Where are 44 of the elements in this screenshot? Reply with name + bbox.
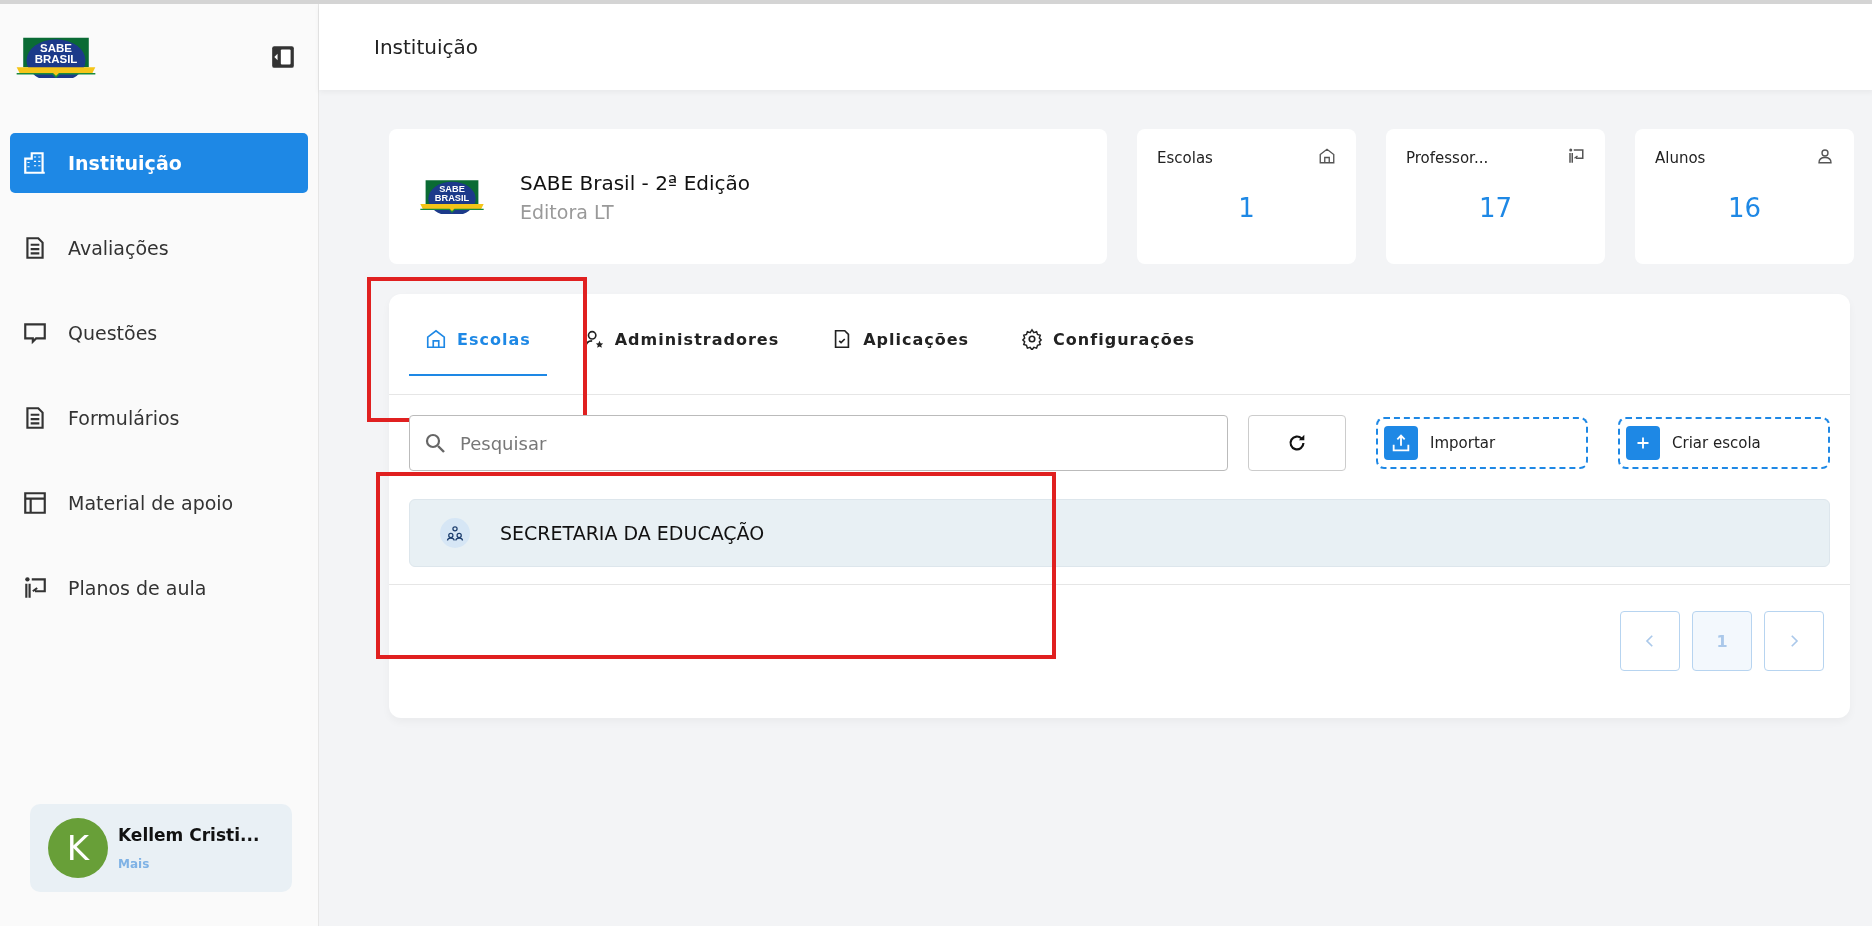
action-button[interactable]: Criar escola bbox=[1618, 417, 1830, 469]
stat-label: Escolas bbox=[1157, 149, 1213, 167]
stat-label: Alunos bbox=[1655, 149, 1706, 167]
upload-icon bbox=[1390, 432, 1412, 454]
institution-name: SABE Brasil - 2ª Edição bbox=[520, 170, 750, 195]
tab[interactable]: Aplicações bbox=[815, 304, 986, 376]
teacher-icon bbox=[1567, 147, 1585, 165]
people-icon bbox=[445, 523, 465, 543]
sidebar-item[interactable]: Planos de aula bbox=[10, 558, 308, 618]
action-button[interactable]: Importar bbox=[1376, 417, 1588, 469]
building-icon bbox=[22, 150, 48, 176]
tab[interactable]: Administradores bbox=[566, 304, 796, 376]
search-field[interactable]: Pesquisar bbox=[409, 415, 1228, 471]
stat-value: 16 bbox=[1726, 193, 1763, 223]
gear-icon bbox=[1021, 328, 1044, 350]
person-icon bbox=[1816, 147, 1834, 165]
user-card[interactable]: K Kellem Cristi... Mais bbox=[30, 804, 292, 892]
sidebar-item[interactable]: Instituição bbox=[10, 133, 308, 193]
tab[interactable]: Escolas bbox=[409, 304, 547, 376]
user-avatar: K bbox=[48, 818, 108, 878]
logo-drawing: SABE BRASIL bbox=[15, 35, 97, 79]
next-page-button[interactable] bbox=[1764, 611, 1824, 671]
tab[interactable]: Configurações bbox=[1005, 304, 1212, 376]
layout-icon bbox=[22, 490, 48, 516]
home-icon bbox=[1318, 147, 1336, 165]
stat-value: 1 bbox=[1237, 193, 1256, 223]
sidebar-collapse-icon bbox=[270, 44, 296, 70]
stat-value: 17 bbox=[1477, 193, 1514, 223]
page-title: Instituição bbox=[374, 35, 478, 59]
previous-page-button[interactable] bbox=[1620, 611, 1680, 671]
home-icon bbox=[425, 328, 447, 350]
school-row[interactable]: SECRETARIA DA EDUCAÇÃO bbox=[409, 499, 1830, 567]
sidebar-item[interactable]: Avaliações bbox=[10, 218, 308, 278]
stat-label: Professor... bbox=[1406, 149, 1489, 167]
sidebar-toggle-button[interactable] bbox=[270, 44, 296, 70]
sidebar-item[interactable]: Questões bbox=[10, 303, 308, 363]
teacher-icon bbox=[22, 575, 48, 601]
chat-icon bbox=[22, 320, 48, 346]
user-name: Kellem Cristi... bbox=[118, 825, 260, 845]
logo-drawing: SABE BRASIL bbox=[419, 179, 485, 214]
sidebar-item[interactable]: Formulários bbox=[10, 388, 308, 448]
refresh-button[interactable] bbox=[1248, 415, 1346, 471]
sidebar-item[interactable]: Material de apoio bbox=[10, 473, 308, 533]
publisher-name: Editora LT bbox=[520, 200, 615, 223]
